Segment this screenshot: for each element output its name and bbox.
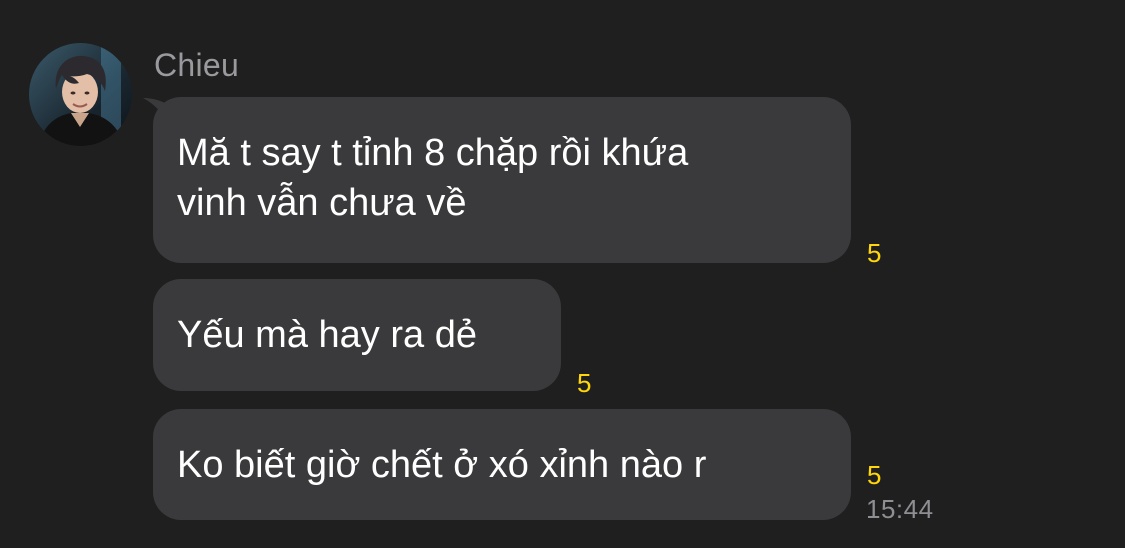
message-text: Yếu mà hay ra dẻ [177, 314, 477, 356]
sender-name: Chieu [154, 47, 240, 83]
sender-avatar[interactable] [29, 43, 132, 146]
message-timestamp: 15:44 [866, 494, 934, 524]
chat-screen: Chieu Mă t say t tỉnh 8 chặp rồi khứa vi… [0, 0, 1125, 548]
message-text: Ko biết giờ chết ở xó xỉnh nào r [177, 443, 707, 486]
avatar-photo-icon [29, 43, 132, 146]
message-bubble[interactable]: Yếu mà hay ra dẻ [153, 279, 561, 391]
message-text-line: vinh vẫn chưa về [177, 182, 467, 224]
unread-count: 5 [577, 368, 592, 398]
message-text-line: Mă t say t tỉnh 8 chặp rồi khứa [177, 132, 689, 174]
unread-count: 5 [867, 460, 882, 490]
message-bubble[interactable]: Mă t say t tỉnh 8 chặp rồi khứa vinh vẫn… [153, 97, 851, 263]
previous-message-meta [808, 0, 908, 2]
message-bubble[interactable]: Ko biết giờ chết ở xó xỉnh nào r [153, 409, 851, 520]
unread-count: 5 [867, 238, 882, 268]
